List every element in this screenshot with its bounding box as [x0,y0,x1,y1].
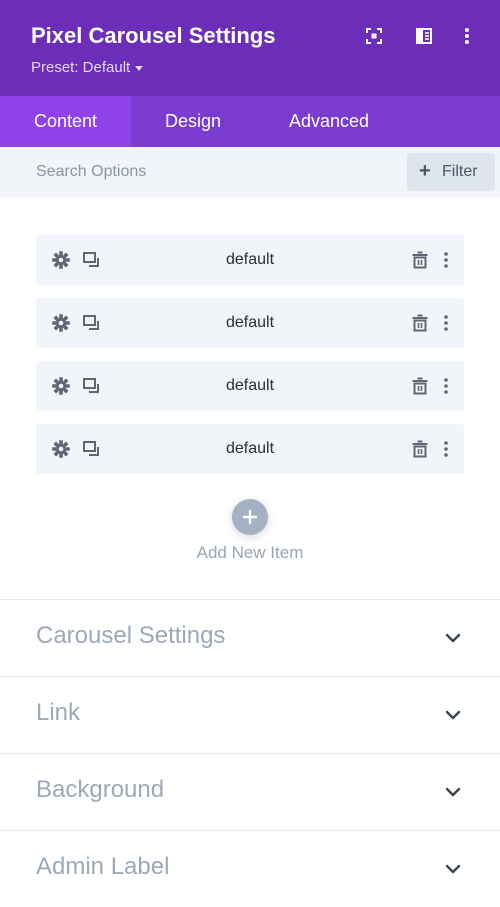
kebab-menu-icon[interactable] [455,24,479,48]
more-icon[interactable] [435,438,457,460]
caret-down-icon [135,65,144,71]
tab-design[interactable]: Design [131,96,255,147]
tab-content[interactable]: Content [0,96,131,147]
modal-header: Pixel Carousel Settings Preset: Default [0,0,500,96]
section-toggle[interactable]: Admin Label [0,830,500,907]
chevron-down-icon[interactable] [443,628,463,648]
gear-icon[interactable] [50,249,72,271]
more-icon[interactable] [435,375,457,397]
section-title: Admin Label [36,853,170,880]
sidebar-layout-icon[interactable] [412,24,436,48]
gear-icon[interactable] [50,312,72,334]
more-icon[interactable] [435,312,457,334]
focus-icon[interactable] [362,24,386,48]
tab-bar: Content Design Advanced [0,96,500,147]
list-item[interactable]: default [36,361,464,411]
filter-button[interactable]: + Filter [407,153,495,191]
chevron-down-icon[interactable] [443,782,463,802]
duplicate-icon[interactable] [81,438,103,460]
search-bar: + Filter [0,147,500,197]
chevron-down-icon[interactable] [443,705,463,725]
section-toggle[interactable]: Link [0,676,500,753]
trash-icon[interactable] [409,249,431,271]
preset-label: Preset: Default [31,59,131,76]
trash-icon[interactable] [409,375,431,397]
tab-advanced[interactable]: Advanced [255,96,403,147]
trash-icon[interactable] [409,438,431,460]
more-icon[interactable] [435,249,457,271]
section-title: Link [36,699,81,726]
duplicate-icon[interactable] [81,375,103,397]
duplicate-icon[interactable] [81,249,103,271]
section-toggle[interactable]: Carousel Settings [0,599,500,676]
gear-icon[interactable] [50,375,72,397]
duplicate-icon[interactable] [81,312,103,334]
gear-icon[interactable] [50,438,72,460]
section-title: Background [36,776,165,803]
list-item[interactable]: default [36,298,464,348]
list-item[interactable]: default [36,424,464,474]
plus-icon [242,509,258,525]
add-new-item-label[interactable]: Add New Item [0,543,500,563]
section-toggle[interactable]: Background [0,753,500,830]
filter-label: Filter [442,163,478,180]
plus-icon: + [419,160,431,182]
preset-dropdown[interactable]: Preset: Default [31,59,144,76]
chevron-down-icon[interactable] [443,859,463,879]
list-item[interactable]: default [36,235,464,285]
add-new-item-button[interactable] [232,499,268,535]
trash-icon[interactable] [409,312,431,334]
search-input[interactable] [20,155,390,189]
modal-title: Pixel Carousel Settings [31,23,276,48]
section-title: Carousel Settings [36,622,226,649]
